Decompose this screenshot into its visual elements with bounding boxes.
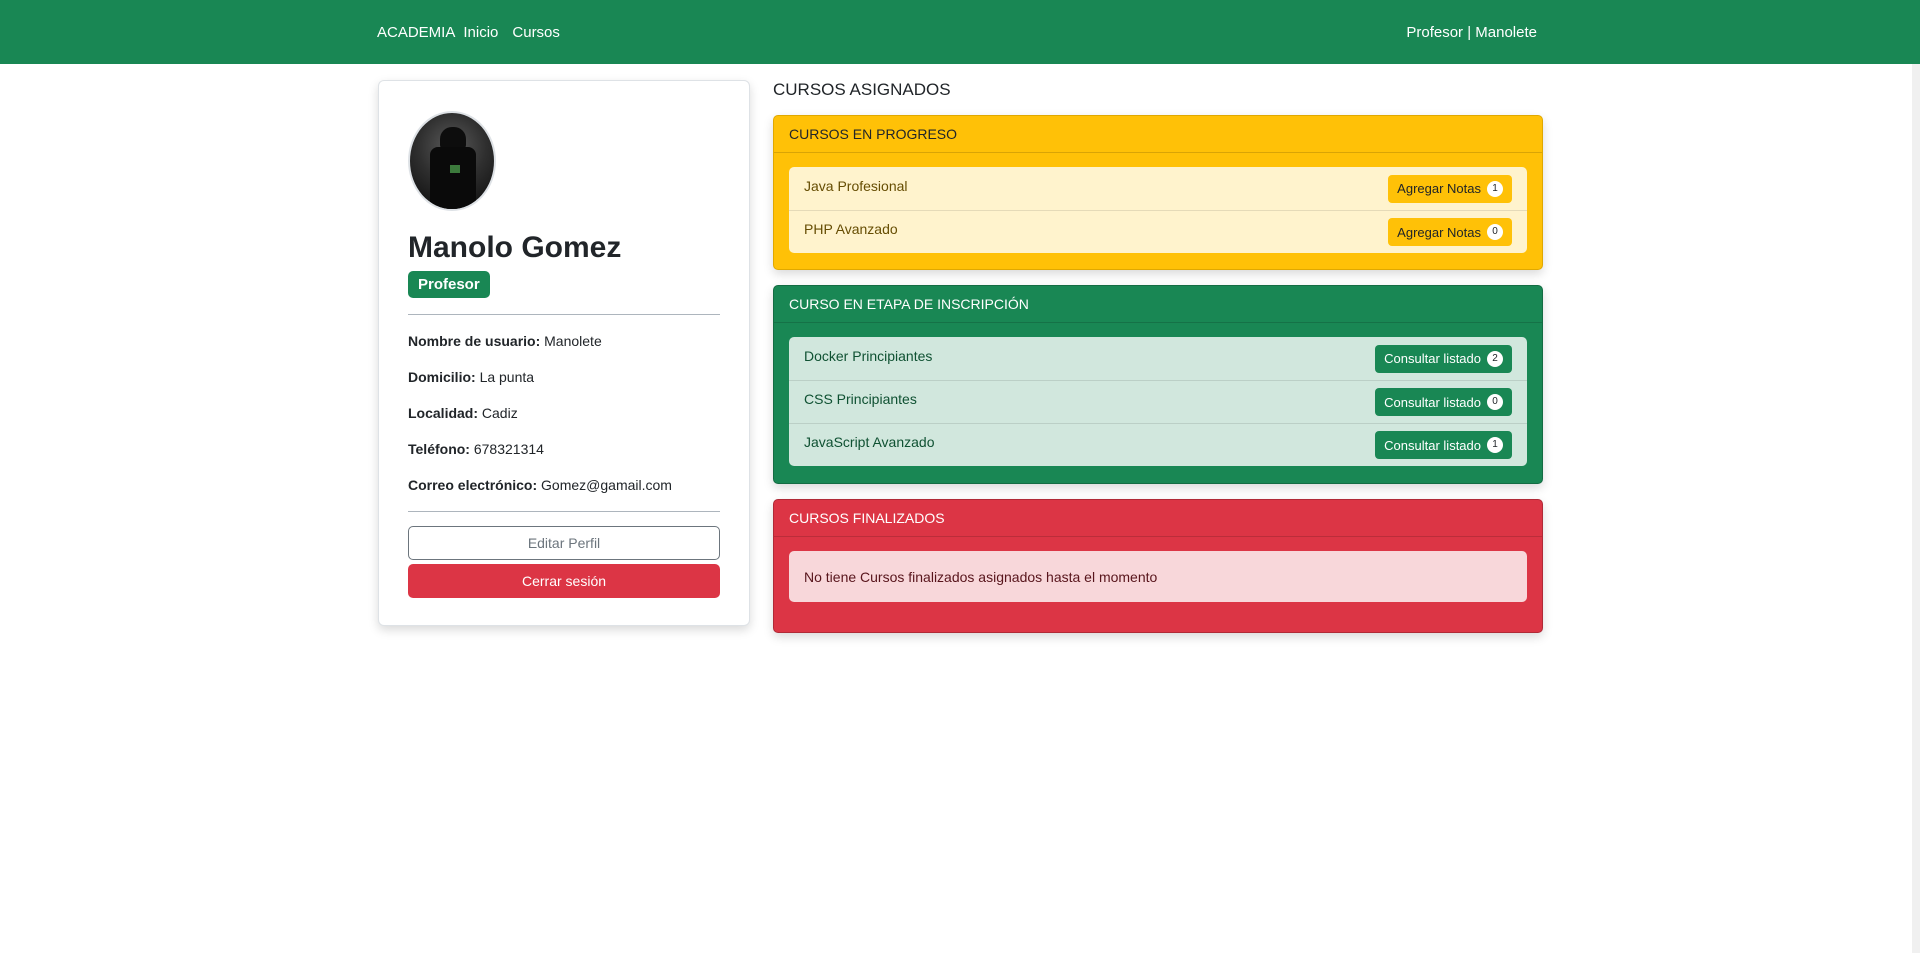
scrollbar-track[interactable] [1912,0,1920,953]
list-item: JavaScript Avanzado Consultar listado 1 [789,423,1527,466]
add-grades-button[interactable]: Agregar Notas 1 [1388,174,1512,203]
list-item: CSS Principiantes Consultar listado 0 [789,380,1527,423]
list-item: Java Profesional Agregar Notas 1 [789,167,1527,210]
profile-name: Manolo Gomez [408,231,622,264]
avatar-chest-panel [450,165,460,173]
panel-header: CURSOS EN PROGRESO [774,116,1542,153]
course-list: Java Profesional Agregar Notas 1 PHP Ava… [789,167,1527,253]
info-value: Manolete [544,333,602,349]
edit-profile-button[interactable]: Editar Perfil [408,526,720,560]
divider [408,314,720,315]
info-locality: Localidad: Cadiz [408,405,720,421]
info-label: Teléfono: [408,441,470,457]
navbar-container: ACADEMIA Inicio Cursos Profesor | Manole… [377,0,1537,64]
brand-link[interactable]: ACADEMIA [377,24,455,41]
navbar-user[interactable]: Profesor | Manolete [1406,24,1537,41]
list-item: Docker Principiantes Consultar listado 2 [789,337,1527,380]
courses-title: CURSOS ASIGNADOS [773,80,951,99]
course-list: Docker Principiantes Consultar listado 2… [789,337,1527,466]
info-label: Nombre de usuario: [408,333,541,349]
button-label: Consultar listado [1384,351,1481,366]
scrollbar-top [1912,0,1920,64]
logout-button[interactable]: Cerrar sesión [408,564,720,598]
avatar-body [430,147,476,209]
enrollment-panel: CURSO EN ETAPA DE INSCRIPCIÓN Docker Pri… [773,285,1543,484]
panel-body: No tiene Cursos finalizados asignados ha… [774,537,1542,616]
avatar-helmet [440,127,466,149]
count-badge: 1 [1487,437,1503,453]
info-value: Cadiz [481,405,518,421]
info-username: Nombre de usuario: Manolete [408,333,720,349]
add-grades-button[interactable]: Agregar Notas 0 [1388,218,1512,246]
top-navbar: ACADEMIA Inicio Cursos Profesor | Manole… [0,0,1912,64]
view-list-button[interactable]: Consultar listado 0 [1375,388,1512,416]
info-address: Domicilio: La punta [408,369,720,385]
course-name: Java Profesional [804,177,908,194]
divider [408,511,720,512]
empty-message: No tiene Cursos finalizados asignados ha… [789,551,1527,602]
info-label: Domicilio: [408,369,476,385]
course-name: PHP Avanzado [804,221,898,237]
count-badge: 0 [1487,224,1503,240]
list-item: PHP Avanzado Agregar Notas 0 [789,210,1527,253]
panel-body: Java Profesional Agregar Notas 1 PHP Ava… [774,153,1542,267]
info-value: 678321314 [473,441,544,457]
panel-header: CURSOS FINALIZADOS [774,500,1542,537]
panel-header: CURSO EN ETAPA DE INSCRIPCIÓN [774,286,1542,323]
course-name: Docker Principiantes [804,347,933,364]
finished-panel: CURSOS FINALIZADOS No tiene Cursos final… [773,499,1543,633]
count-badge: 1 [1487,180,1503,197]
role-badge: Profesor [408,271,490,298]
profile-info: Nombre de usuario: Manolete Domicilio: L… [408,333,720,493]
button-label: Consultar listado [1384,394,1481,410]
button-label: Consultar listado [1384,437,1481,453]
info-phone: Teléfono: 678321314 [408,441,720,457]
info-value: La punta [479,369,535,385]
in-progress-panel: CURSOS EN PROGRESO Java Profesional Agre… [773,115,1543,270]
button-label: Agregar Notas [1397,181,1481,196]
panel-body: Docker Principiantes Consultar listado 2… [774,323,1542,480]
course-name: JavaScript Avanzado [804,434,935,450]
count-badge: 2 [1487,350,1503,367]
navbar-left: ACADEMIA Inicio Cursos [377,24,560,41]
view-list-button[interactable]: Consultar listado 1 [1375,431,1512,459]
nav-link-inicio[interactable]: Inicio [463,24,498,41]
count-badge: 0 [1487,394,1503,410]
view-list-button[interactable]: Consultar listado 2 [1375,344,1512,373]
info-email: Correo electrónico: Gomez@gamail.com [408,477,720,493]
course-name: CSS Principiantes [804,391,917,407]
profile-card: Manolo Gomez Profesor Nombre de usuario:… [378,80,750,626]
button-label: Agregar Notas [1397,224,1481,240]
nav-link-cursos[interactable]: Cursos [512,24,560,41]
info-label: Correo electrónico: [408,477,538,493]
info-label: Localidad: [408,405,479,421]
info-value: Gomez@gamail.com [541,477,672,493]
avatar [408,111,496,211]
